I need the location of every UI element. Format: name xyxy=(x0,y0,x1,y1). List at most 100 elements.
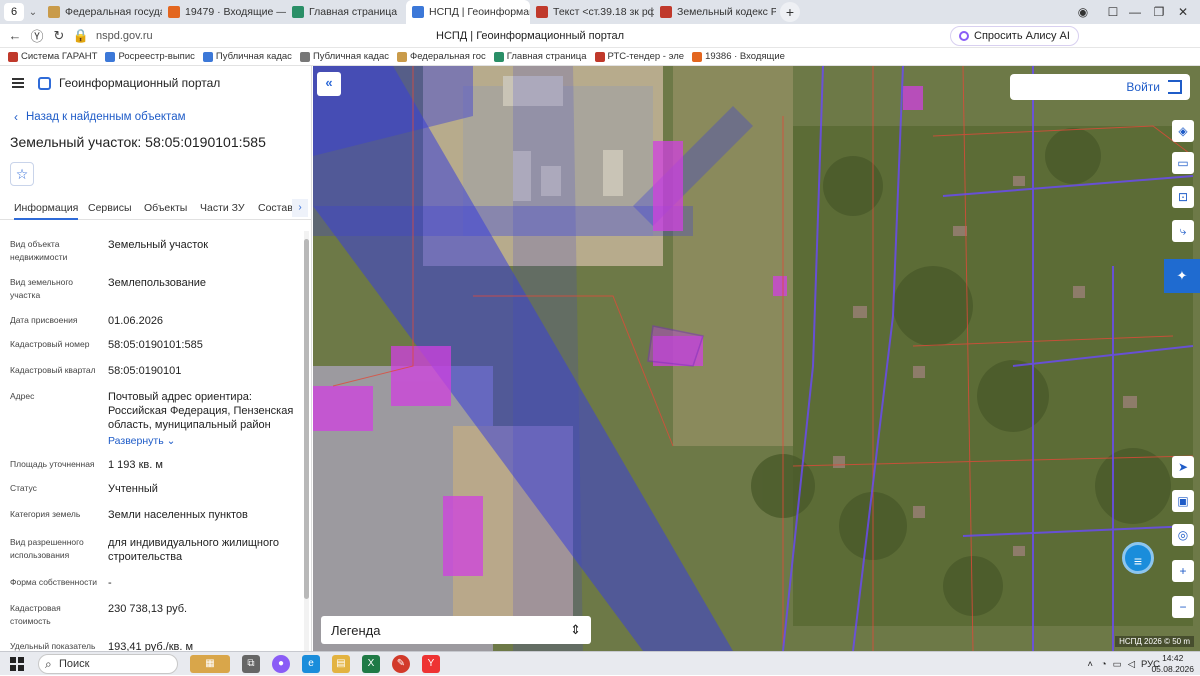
tab-parts[interactable]: Части ЗУ xyxy=(200,202,245,214)
back-to-results-link[interactable]: ‹ Назад к найденным объектам xyxy=(14,110,311,124)
hamburger-menu-icon[interactable] xyxy=(12,78,24,88)
property-label: Вид объекта недвижимости xyxy=(10,239,68,262)
ask-alisa-button[interactable]: Спросить Алису AI xyxy=(950,26,1079,46)
property-label: Форма собственности xyxy=(10,577,97,587)
map-view[interactable]: « Войти ◈ ▭ ⊡ ⤷ ✦ ➤ ▣ ◎ + − ≡ Легенда ⇕ … xyxy=(313,66,1200,651)
property-value: 193,41 руб./кв. м xyxy=(108,641,194,651)
taskbar-search-input[interactable]: Поиск xyxy=(38,653,178,674)
new-tab-button[interactable]: + xyxy=(780,2,800,22)
excel-icon[interactable]: X xyxy=(362,654,380,673)
assistant-icon[interactable]: ✦ xyxy=(1164,259,1200,293)
favicon-icon xyxy=(168,6,180,18)
tab-information[interactable]: Информация xyxy=(14,202,79,220)
favicon-icon xyxy=(48,6,60,18)
kremlin-widget-icon[interactable]: ▦ xyxy=(190,654,230,673)
collapse-panel-button[interactable]: « xyxy=(317,72,341,96)
expand-address-link[interactable]: Развернуть ⌄ xyxy=(108,434,300,448)
property-value: 1 193 кв. м xyxy=(108,459,163,471)
minimap-icon[interactable]: ▣ xyxy=(1172,490,1194,512)
locate-arrow-icon[interactable]: ➤ xyxy=(1172,456,1194,478)
panel-header: Геоинформационный портал xyxy=(0,66,311,100)
tab-services[interactable]: Сервисы xyxy=(88,202,132,214)
property-label: Кадастровый номер xyxy=(10,339,90,349)
property-label: Категория земель xyxy=(10,509,81,519)
reload-icon[interactable]: ↻ xyxy=(48,28,70,44)
tab-count-button[interactable]: 6 xyxy=(4,3,24,21)
property-value: Земельный участок xyxy=(108,239,209,251)
tray-chevron-icon[interactable]: ˄ xyxy=(1087,659,1093,670)
tab-objects[interactable]: Объекты xyxy=(144,202,187,214)
scrollbar-thumb[interactable] xyxy=(304,239,309,599)
ruler-icon[interactable]: ▭ xyxy=(1172,152,1194,174)
folder-icon[interactable]: ▤ xyxy=(332,654,350,673)
bookmark-label: Публичная кадас xyxy=(312,51,389,62)
favicon-icon xyxy=(299,51,310,62)
share-icon[interactable]: ⤷ xyxy=(1172,220,1194,242)
bookmark-item[interactable]: Публичная кадас xyxy=(202,51,292,62)
property-value: Учтенный xyxy=(108,483,158,495)
close-window-icon[interactable]: ✕ xyxy=(1168,0,1198,24)
favicon-icon xyxy=(202,51,213,62)
bookmark-item[interactable]: РТС-тендер - эле xyxy=(594,51,684,62)
favorite-star-button[interactable]: ☆ xyxy=(10,162,34,186)
tab-composition[interactable]: Состав xyxy=(258,202,293,214)
profile-icon[interactable]: ◉ xyxy=(1068,0,1098,24)
back-arrow-icon[interactable]: ← xyxy=(4,28,26,43)
property-label: Дата присвоения xyxy=(10,315,78,325)
panel-scrollbar[interactable] xyxy=(304,231,309,651)
property-value: - xyxy=(108,577,112,589)
browser-tab[interactable]: Текст <ст.39.18 зк рф> | С xyxy=(530,0,654,24)
taskbar-clock[interactable]: 14:42 05.08.2026 xyxy=(1151,653,1194,675)
browser-tab[interactable]: 19479 · Входящие — Янде xyxy=(162,0,286,24)
back-link-label: Назад к найденным объектам xyxy=(26,111,186,123)
bookmark-item[interactable]: Публичная кадас xyxy=(299,51,389,62)
app-icon[interactable]: ✎ xyxy=(392,654,410,673)
layers-icon[interactable]: ◈ xyxy=(1172,120,1194,142)
favicon-icon xyxy=(536,6,548,18)
property-label: Вид разрешенного использования xyxy=(10,537,84,560)
task-view-icon[interactable]: ⧉ xyxy=(242,654,260,673)
login-label: Войти xyxy=(1126,80,1160,94)
volume-icon[interactable]: ◁ xyxy=(1128,659,1135,670)
zoom-out-button[interactable]: − xyxy=(1172,596,1194,618)
select-area-icon[interactable]: ⊡ xyxy=(1172,186,1194,208)
alisa-taskbar-icon[interactable]: ● xyxy=(272,654,290,673)
browser-tab-active[interactable]: НСПД | Геоинформацио ✕ xyxy=(406,0,530,24)
wifi-icon[interactable]: ◔ xyxy=(1101,659,1107,670)
browser-tab[interactable]: Главная страница xyxy=(286,0,406,24)
windows-start-icon[interactable] xyxy=(10,656,24,671)
geolocation-icon[interactable]: ◎ xyxy=(1172,524,1194,546)
clock-time: 14:42 xyxy=(1162,653,1184,663)
chat-icon[interactable]: ≡ xyxy=(1122,542,1154,574)
yandex-icon[interactable]: Ⓨ xyxy=(26,26,48,45)
satellite-map-layer[interactable] xyxy=(313,66,1200,651)
yandex-browser-icon[interactable]: Y xyxy=(422,654,440,673)
tabs-next-button[interactable]: › xyxy=(292,199,308,217)
bookmark-item[interactable]: Федеральная гос xyxy=(396,51,486,62)
edge-icon[interactable]: e xyxy=(302,654,320,673)
login-button[interactable]: Войти xyxy=(1010,74,1190,100)
bookmark-item[interactable]: 19386 · Входящие xyxy=(692,51,785,62)
bookmark-item[interactable]: Росреестр-выпис xyxy=(105,51,195,62)
legend-dropdown[interactable]: Легенда ⇕ xyxy=(321,616,591,644)
url-field[interactable]: nspd.gov.ru xyxy=(96,30,153,42)
tab-title: НСПД | Геоинформацио xyxy=(429,6,530,18)
bookmark-item[interactable]: Система ГАРАНТ xyxy=(8,51,97,62)
zoom-in-button[interactable]: + xyxy=(1172,560,1194,582)
property-label: Вид земельного участка xyxy=(10,277,74,300)
browser-tab[interactable]: Земельный кодекс Россі xyxy=(654,0,776,24)
browser-tab[interactable]: Федеральная государство xyxy=(42,0,162,24)
info-tabs: Информация Сервисы Объекты Части ЗУ Сост… xyxy=(0,196,311,220)
ask-alisa-label: Спросить Алису AI xyxy=(974,30,1070,42)
bookmark-item[interactable]: Главная страница xyxy=(493,51,587,62)
bookmark-label: Система ГАРАНТ xyxy=(21,51,98,62)
map-attribution: НСПД 2026 © 50 m xyxy=(1115,636,1194,647)
network-icon[interactable]: ▭ xyxy=(1113,659,1122,670)
browser-tab-bar: 6 ⌄ Федеральная государство 19479 · Вход… xyxy=(0,0,1200,24)
bookmark-label: Публичная кадас xyxy=(215,51,292,62)
property-value: Почтовый адрес ориентира: Российская Фед… xyxy=(108,391,294,431)
property-value: 230 738,13 руб. xyxy=(108,603,188,615)
property-value: Земли населенных пунктов xyxy=(108,509,248,521)
chevron-down-icon[interactable]: ⌄ xyxy=(24,7,42,18)
property-value: Землепользование xyxy=(108,277,207,289)
